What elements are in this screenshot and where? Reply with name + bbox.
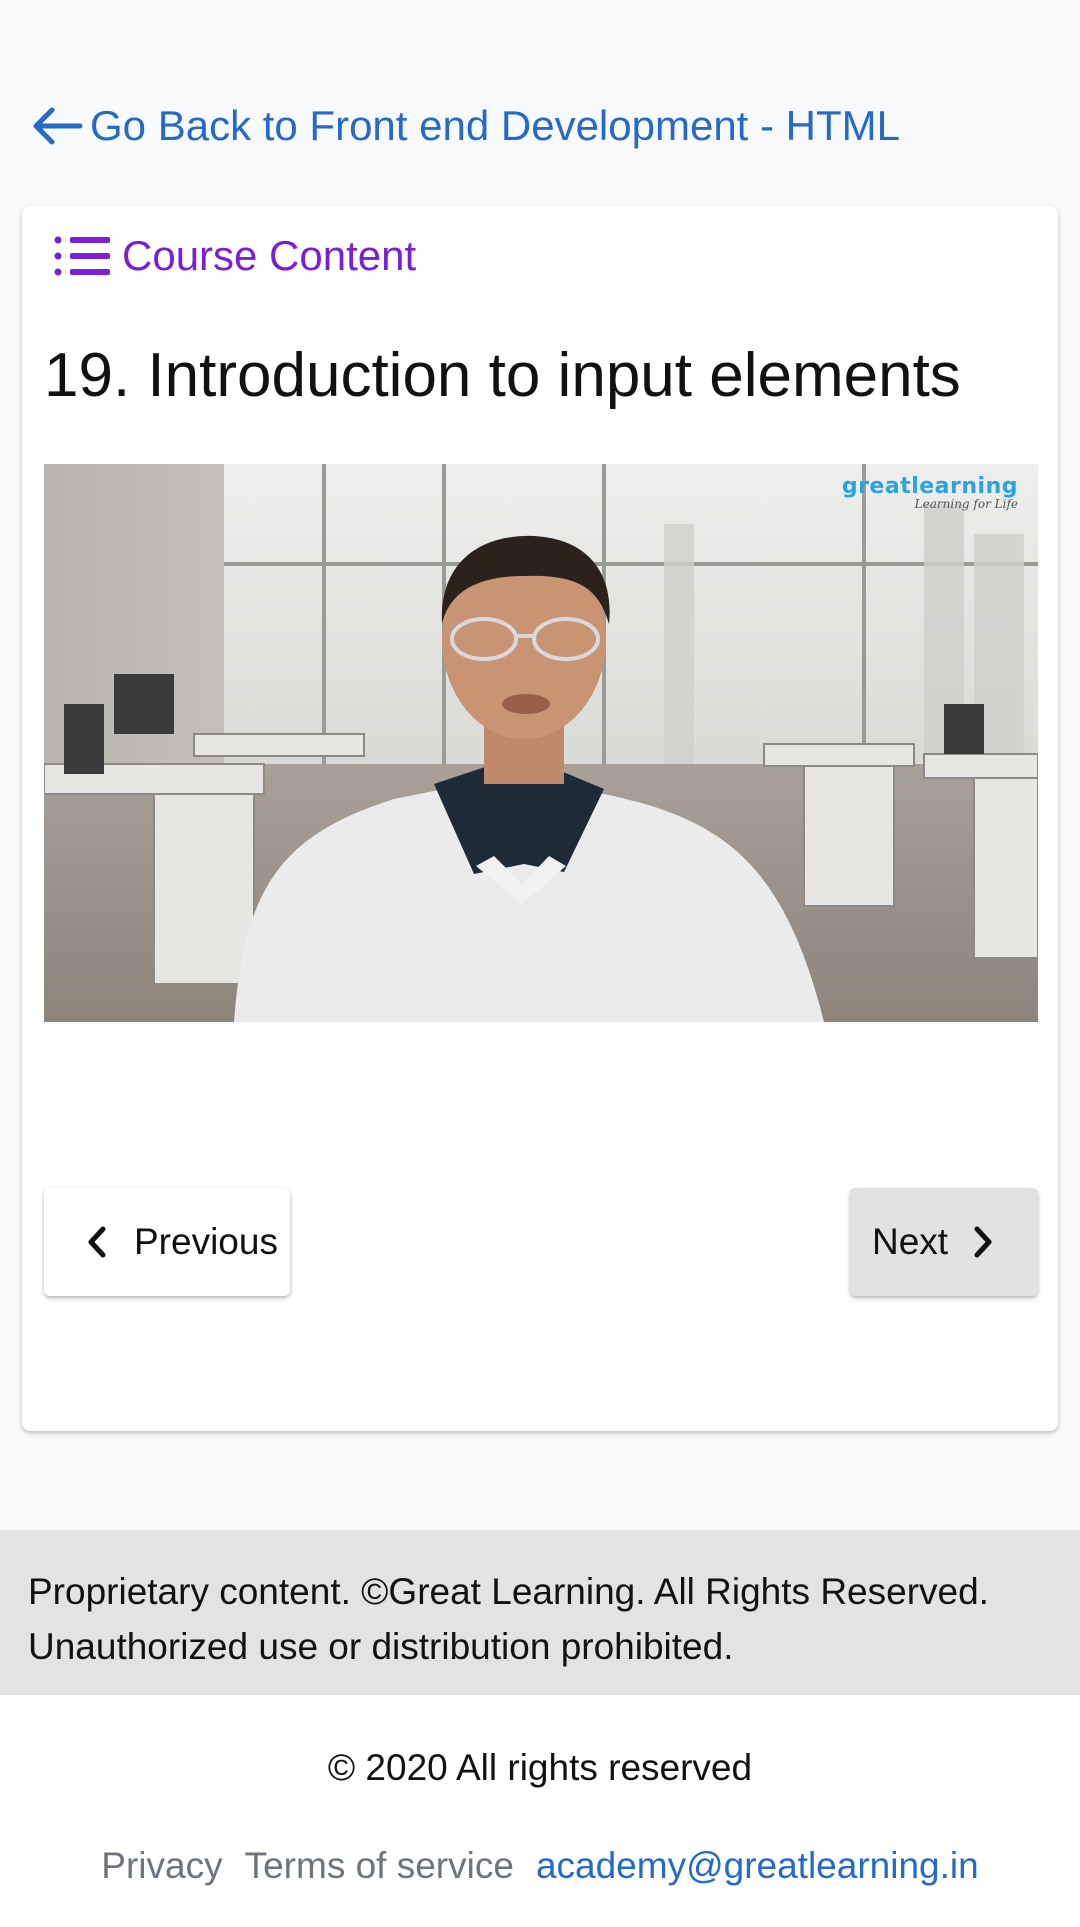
copyright-text: © 2020 All rights reserved bbox=[327, 1747, 753, 1788]
list-icon bbox=[54, 236, 110, 276]
back-link-label: Go Back to Front end Development - HTML bbox=[90, 102, 900, 149]
proprietary-notice: Proprietary content. ©Great Learning. Al… bbox=[0, 1530, 1080, 1695]
email-link[interactable]: academy@greatlearning.in bbox=[536, 1845, 979, 1887]
privacy-link[interactable]: Privacy bbox=[101, 1845, 222, 1887]
next-label: Next bbox=[872, 1221, 949, 1262]
footer: © 2020 All rights reserved Privacy Terms… bbox=[0, 1695, 1080, 1927]
lesson-title: 19. Introduction to input elements bbox=[44, 341, 961, 410]
terms-link[interactable]: Terms of service bbox=[245, 1845, 514, 1887]
previous-label: Previous bbox=[134, 1221, 278, 1262]
chevron-left-icon bbox=[88, 1226, 106, 1258]
notice-line-2: Unauthorized use or distribution prohibi… bbox=[28, 1626, 734, 1667]
next-button[interactable]: Next bbox=[850, 1188, 1038, 1296]
chevron-right-icon bbox=[974, 1226, 992, 1258]
back-link[interactable]: Go Back to Front end Development - HTML bbox=[30, 102, 900, 150]
lesson-card: Course Content 19. Introduction to input… bbox=[22, 206, 1058, 1431]
notice-line-1: Proprietary content. ©Great Learning. Al… bbox=[28, 1571, 989, 1612]
video-frame-instructor-image bbox=[44, 464, 1038, 1022]
course-content-button[interactable]: Course Content bbox=[52, 232, 416, 280]
arrow-left-icon bbox=[33, 107, 83, 145]
footer-links: Privacy Terms of service academy@greatle… bbox=[0, 1845, 1080, 1887]
video-player[interactable]: greatlearning Learning for Life bbox=[44, 464, 1038, 1022]
brand-watermark-logo: greatlearning Learning for Life bbox=[841, 474, 1018, 511]
course-content-label: Course Content bbox=[122, 232, 417, 279]
previous-button[interactable]: Previous bbox=[44, 1188, 290, 1296]
